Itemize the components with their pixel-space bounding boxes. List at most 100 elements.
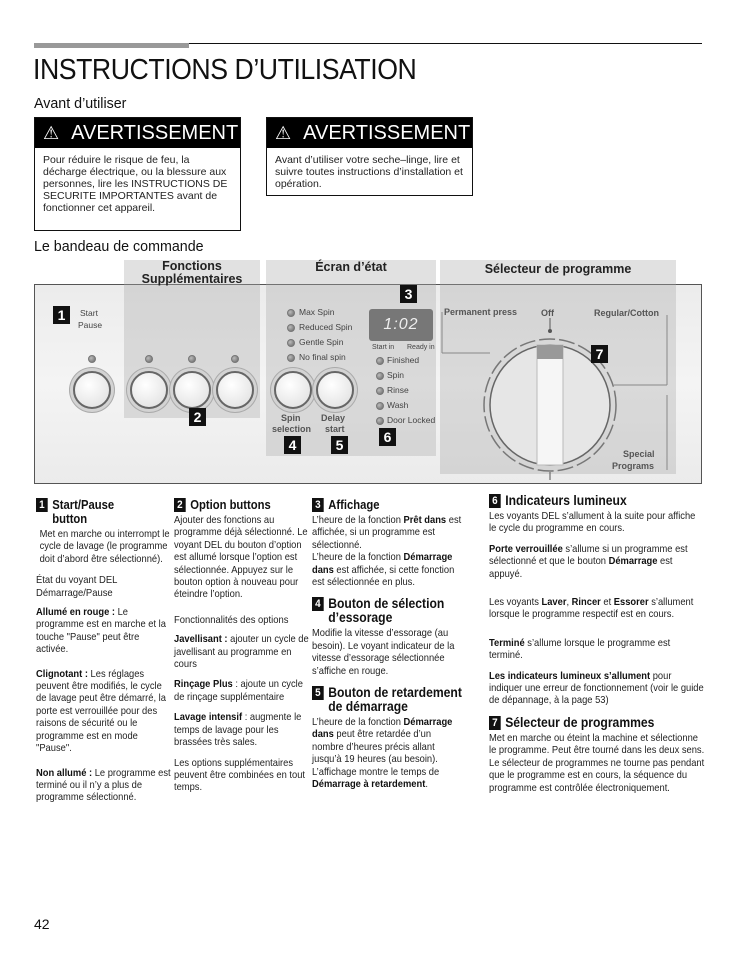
- section-number: 2: [174, 498, 186, 512]
- callout-6: 6: [379, 428, 396, 446]
- term: Clignotant :: [36, 668, 88, 680]
- zone-label-status: Écran d’état: [315, 260, 387, 274]
- section-number: 3: [312, 498, 324, 512]
- spin-level-label: Reduced Spin: [299, 322, 353, 332]
- paragraph: Les voyants DEL s’allument à la suite po…: [489, 511, 696, 535]
- display-ready-in-label: Ready in: [407, 344, 435, 351]
- section-option-buttons: 2 Option buttons Ajouter des fonctions a…: [174, 498, 309, 803]
- section-indicators-column: 6 Indicateurs lumineux Les voyants DEL s…: [489, 494, 705, 803]
- warning-title: AVERTISSEMENT: [303, 121, 471, 144]
- warning-triangle-icon: ⚠: [275, 122, 292, 143]
- text: et: [600, 597, 614, 609]
- option-button-3[interactable]: [216, 371, 254, 409]
- text: Les voyants: [489, 597, 542, 609]
- start-pause-button[interactable]: [73, 371, 111, 409]
- start-label: Start: [80, 308, 98, 318]
- warning-text: Pour réduire le risque de feu, la déchar…: [43, 154, 228, 214]
- term: Lavage intensif: [174, 712, 243, 724]
- spin-level-led: [287, 309, 295, 317]
- status-led-label: Finished: [387, 355, 420, 365]
- section-number: 5: [312, 686, 324, 701]
- dial-off-dot: [548, 329, 552, 333]
- status-led: [376, 387, 384, 395]
- subheading-led-state: État du voyant DEL Démarrage/Pause: [36, 574, 118, 599]
- start-pause-led: [88, 355, 96, 363]
- callout-4: 4: [284, 436, 301, 454]
- paragraph-on: Allumé en rouge : Le programme est en ma…: [36, 607, 171, 657]
- warning-header: ⚠ AVERTISSEMENT: [267, 118, 472, 148]
- status-led-label: Rinse: [387, 385, 409, 395]
- dial-pointer: [537, 345, 563, 359]
- paragraph-delay: L’heure de la fonction Démarrage dans pe…: [312, 717, 465, 791]
- term: Rincer: [571, 597, 601, 609]
- warning-title: AVERTISSEMENT: [71, 121, 239, 144]
- warning-header: ⚠ AVERTISSEMENT: [35, 118, 240, 148]
- section-heading: 3 Affichage: [312, 498, 465, 512]
- paragraph-finished: Terminé s’allume lorsque le programme es…: [489, 638, 705, 663]
- callout-7: 7: [591, 345, 608, 363]
- paragraph-leds: Les voyants Laver, Rincer et Essorer s’a…: [489, 597, 705, 622]
- top-accent-bar: [34, 43, 189, 48]
- term: Allumé en rouge :: [36, 607, 115, 619]
- text: L’heure de la fonction: [312, 717, 404, 729]
- status-led: [376, 417, 384, 425]
- section-heading-control-panel: Le bandeau de commande: [34, 238, 204, 255]
- control-panel-illustration: Fonctions Supplémentaires Écran d’état S…: [34, 260, 702, 484]
- section-display-column: 3 Affichage L’heure de la fonction Prêt …: [312, 498, 465, 800]
- status-led-label: Wash: [387, 400, 409, 410]
- section-title: Bouton de sélection d’essorage: [328, 596, 445, 626]
- spin-selection-button[interactable]: [274, 371, 312, 409]
- section-number: 6: [489, 494, 501, 508]
- status-led: [376, 357, 384, 365]
- spin-button-label: Spin: [281, 413, 301, 423]
- spin-button-label-2: selection: [272, 424, 312, 434]
- term: Démarrage: [608, 556, 658, 568]
- delay-button-label-2: start: [325, 424, 345, 434]
- term: Javellisant :: [174, 634, 228, 646]
- pause-label: Pause: [78, 320, 103, 330]
- option-button-2[interactable]: [173, 371, 211, 409]
- term-description: Les réglages peuvent être modifiés, le c…: [36, 668, 166, 755]
- term: Démarrage à retardement: [312, 779, 426, 791]
- paragraph-error: Les indicateurs lumineux s’allument pour…: [489, 671, 705, 708]
- callout-1: 1: [53, 306, 70, 324]
- section-title: Bouton de retardement de démarrage: [328, 685, 462, 715]
- section-heading: 4 Bouton de sélection d’essorage: [312, 597, 465, 625]
- delay-start-button[interactable]: [316, 371, 354, 409]
- section-heading: 6 Indicateurs lumineux: [489, 494, 705, 508]
- warning-box-installation: ⚠ AVERTISSEMENT Avant d’utiliser votre s…: [266, 117, 473, 196]
- term: Essorer: [613, 597, 649, 609]
- section-heading-before-use: Avant d’utiliser: [34, 95, 127, 112]
- display-start-in-label: Start in: [372, 344, 395, 351]
- section-number: 1: [36, 498, 48, 512]
- spin-level-label: No final spin: [299, 352, 346, 362]
- paragraph: Ajouter des fonctions au programme déjà …: [174, 515, 308, 601]
- subheading-features: Fonctionnalités des options: [174, 613, 289, 626]
- paragraph: Met en marche ou éteint la machine et sé…: [489, 732, 705, 794]
- section-title: Option buttons: [190, 498, 271, 512]
- term: Terminé: [489, 637, 525, 649]
- spin-level-led: [287, 324, 295, 332]
- zone-label-options: Fonctions Supplémentaires: [141, 259, 243, 286]
- page-title: INSTRUCTIONS D’UTILISATION: [33, 54, 417, 86]
- status-display: 1:02: [369, 309, 433, 341]
- spin-level-led: [287, 354, 295, 362]
- warning-box-safety: ⚠ AVERTISSEMENT Pour réduire le risque d…: [34, 117, 241, 231]
- section-start-pause: 1 Start/Pause button Met en marche ou in…: [36, 498, 171, 813]
- spin-level-label: Max Spin: [299, 307, 335, 317]
- callout-2: 2: [189, 408, 206, 426]
- section-heading: 7 Sélecteur de programmes: [489, 715, 705, 730]
- paragraph-off: Non allumé : Le programme est terminé ou…: [36, 768, 171, 805]
- term: Rinçage Plus: [174, 679, 233, 691]
- program-selector-dial[interactable]: [434, 300, 674, 480]
- paragraph-display: L’heure de la fonction Prêt dans est aff…: [312, 515, 465, 589]
- term: Non allumé :: [36, 767, 93, 779]
- option-led-2: [188, 355, 196, 363]
- paragraph: Les options supplémentaires peuvent être…: [174, 757, 306, 794]
- section-title: Start/Pause button: [52, 498, 115, 526]
- text: L’heure de la fonction: [312, 552, 404, 564]
- option-button-1[interactable]: [130, 371, 168, 409]
- text: est affichée, si cette fonction est séle…: [312, 564, 455, 589]
- section-number: 7: [489, 715, 501, 730]
- delay-button-label: Delay: [321, 413, 346, 423]
